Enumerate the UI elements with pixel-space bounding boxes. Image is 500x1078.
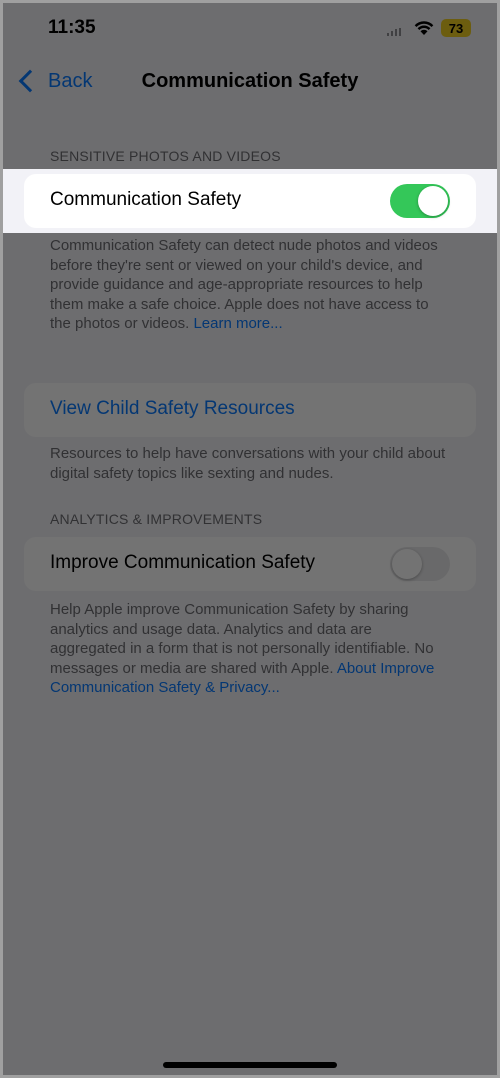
section-header-sensitive: SENSITIVE PHOTOS AND VIDEOS	[50, 148, 281, 164]
wifi-icon	[414, 21, 434, 35]
communication-safety-cell: Communication Safety	[24, 174, 476, 228]
battery-icon: 73	[441, 19, 471, 37]
communication-safety-label: Communication Safety	[50, 189, 242, 210]
status-time: 11:35	[48, 17, 96, 38]
communication-safety-description: Communication Safety can detect nude pho…	[50, 236, 450, 334]
highlighted-row: Communication Safety	[0, 169, 500, 233]
improve-safety-label: Improve Communication Safety	[50, 552, 316, 573]
cellular-signal-icon	[387, 28, 401, 36]
analytics-description: Help Apple improve Communication Safety …	[50, 600, 450, 698]
view-child-safety-resources-link[interactable]: View Child Safety Resources	[50, 398, 295, 420]
home-indicator[interactable]	[163, 1062, 337, 1068]
learn-more-link[interactable]: Learn more...	[193, 315, 282, 332]
page-title: Communication Safety	[141, 70, 359, 92]
improve-safety-toggle[interactable]	[390, 547, 450, 581]
resources-description: Resources to help have conversations wit…	[50, 445, 446, 482]
section-header-analytics: ANALYTICS & IMPROVEMENTS	[50, 511, 263, 527]
improve-safety-cell: Improve Communication Safety	[24, 537, 476, 591]
toggle-knob	[418, 186, 448, 216]
toggle-knob	[392, 549, 422, 579]
settings-screen: 11:35 73 Back Communication Safety SENSI…	[0, 0, 500, 1078]
communication-safety-toggle[interactable]	[390, 184, 450, 218]
status-bar: 11:35 73	[0, 0, 500, 56]
child-safety-resources-cell[interactable]: View Child Safety Resources	[24, 383, 476, 437]
